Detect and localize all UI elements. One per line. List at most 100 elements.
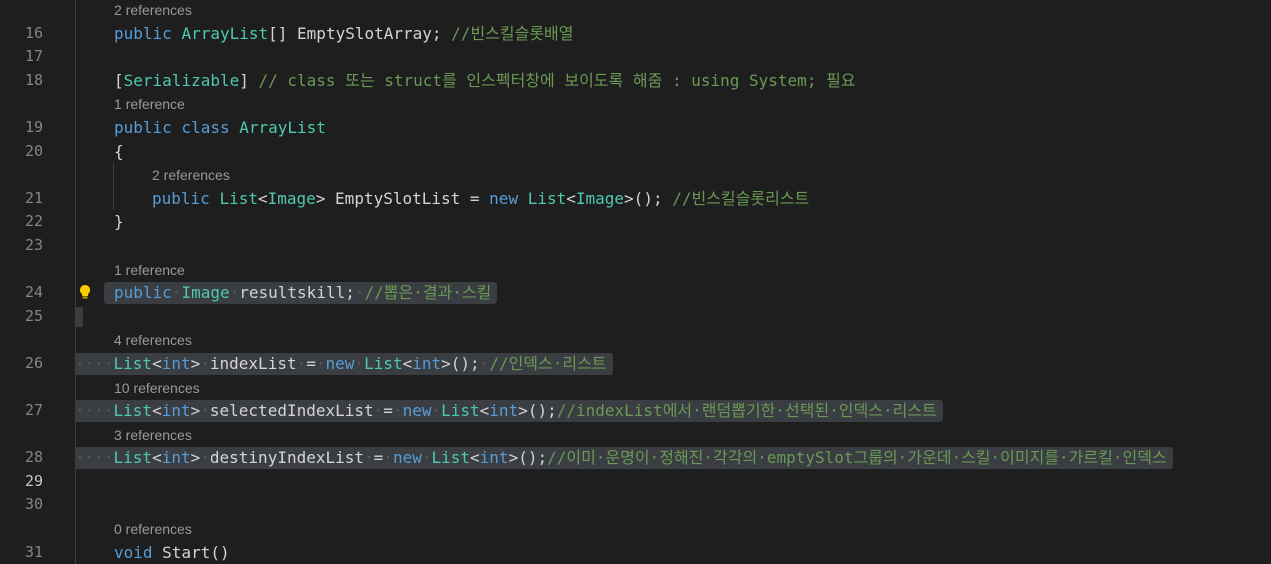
code-token: Image	[267, 188, 316, 208]
codelens-references: 1 reference	[0, 257, 1271, 283]
code-line[interactable]: 30	[0, 493, 1271, 518]
code-line[interactable]: 21 public List<Image> EmptySlotList = new…	[0, 186, 1271, 211]
codelens-references: 1 reference	[0, 92, 1271, 116]
code-line[interactable]: 16 public ArrayList[] EmptySlotArray; //빈…	[0, 21, 1271, 46]
code-token: =	[373, 448, 384, 468]
code-token: >();	[518, 401, 557, 421]
line-number: 19	[24, 117, 43, 136]
indent-guide	[113, 186, 114, 211]
line-number: 26	[24, 353, 43, 372]
indent-guide	[75, 540, 76, 564]
line-number: 25	[24, 306, 43, 325]
code-token: <	[257, 188, 268, 208]
code-line[interactable]: 23	[0, 233, 1271, 258]
code-token: ArrayList	[239, 117, 326, 137]
indent-guide	[75, 68, 76, 93]
code-token: Start()	[162, 542, 230, 562]
reference-count-link[interactable]: 2 references	[152, 164, 230, 188]
code-line[interactable]: 31 void Start()	[0, 540, 1271, 564]
code-token: List	[113, 353, 153, 373]
code-token: ArrayList	[181, 23, 269, 43]
code-token: >();	[624, 188, 673, 208]
code-token: [	[114, 70, 124, 90]
code-token: ·	[373, 401, 384, 421]
code-token: ]	[239, 70, 259, 90]
code-line[interactable]: 19 public class ArrayList	[0, 115, 1271, 140]
code-token: ····	[75, 353, 114, 373]
line-number: 22	[24, 212, 43, 231]
reference-count-link[interactable]: 3 references	[114, 424, 192, 448]
code-token: <	[470, 448, 480, 468]
indent-guide	[75, 257, 76, 282]
code-token: public	[114, 23, 182, 43]
code-token: new	[402, 401, 432, 421]
code-text: }	[114, 210, 124, 234]
indent-guide	[75, 375, 76, 400]
code-token: resultskill;	[239, 283, 355, 303]
code-token: //이미·운명이·정해진·각각의·emptySlot그룹의·가운데·스킬·이미지…	[547, 448, 1167, 468]
code-token: selectedIndexList	[209, 401, 374, 421]
indent-guide	[75, 186, 76, 211]
code-token: List	[364, 353, 403, 373]
code-token: public class	[114, 117, 240, 137]
codelens-references: 2 references	[0, 0, 1271, 22]
indent-guide	[75, 328, 76, 352]
code-token: ·	[296, 353, 307, 373]
code-token: >	[190, 448, 201, 468]
code-text: public class ArrayList	[114, 116, 326, 140]
reference-count-link[interactable]: 0 references	[114, 518, 192, 542]
code-line[interactable]: 17	[0, 45, 1271, 69]
code-token: List	[441, 401, 480, 421]
code-line[interactable]: 28 ····List<int>·destinyIndexList·=·new·L…	[0, 446, 1271, 470]
code-text: [Serializable] // class 또는 struct를 인스펙터창…	[114, 69, 856, 93]
code-text: public List<Image> EmptySlotList = new L…	[152, 187, 809, 211]
code-token: ····	[75, 401, 114, 421]
code-token: <	[479, 401, 490, 421]
lightbulb-icon[interactable]	[76, 283, 94, 301]
code-token: ·	[200, 353, 210, 373]
code-token: Serializable	[123, 70, 240, 90]
code-text: ····List<int>·indexList·=·new·List<int>(…	[75, 352, 607, 376]
reference-count-link[interactable]: 1 reference	[114, 93, 185, 117]
code-token: //인덱스·리스트	[489, 353, 607, 373]
code-token: =	[306, 353, 316, 373]
indent-guide	[75, 233, 76, 258]
code-token: ·	[315, 353, 326, 373]
code-line[interactable]: 27 ····List<int>·selectedIndexList·=·new·…	[0, 399, 1271, 423]
code-token: ·	[431, 401, 442, 421]
code-line[interactable]: 20 {	[0, 139, 1271, 164]
indent-guide	[113, 163, 114, 187]
reference-count-link[interactable]: 1 reference	[114, 259, 185, 283]
code-token: int	[412, 353, 442, 373]
code-token: ·	[354, 353, 365, 373]
reference-count-link[interactable]: 10 references	[114, 377, 200, 401]
line-number: 31	[24, 542, 43, 561]
code-token: }	[114, 212, 124, 232]
line-number: 17	[24, 47, 43, 66]
reference-count-link[interactable]: 4 references	[114, 329, 192, 353]
code-token: //뽑은·결과·스킬	[364, 283, 492, 303]
line-number: 28	[24, 448, 43, 467]
code-line[interactable]: 22}	[0, 210, 1271, 234]
code-line[interactable]: 24 public·Image·resultskill;·//뽑은·결과·스킬	[0, 281, 1271, 305]
indent-guide	[75, 422, 76, 447]
code-editor[interactable]: 2 references 16 public ArrayList[] EmptySl…	[0, 0, 1271, 564]
indent-guide	[75, 21, 76, 46]
code-token: indexList	[209, 353, 297, 373]
code-line[interactable]: 26 ····List<int>·indexList·=·new·List<int…	[0, 351, 1271, 376]
code-token: <	[152, 401, 162, 421]
code-token: [] EmptySlotArray;	[268, 23, 452, 43]
indent-guide	[75, 210, 76, 234]
code-token: //빈스킬슬롯배열	[451, 23, 574, 43]
indent-guide	[75, 469, 76, 494]
code-line[interactable]: 18 [Serializable] // class 또는 struct를 인스펙…	[0, 68, 1271, 93]
line-number: 27	[24, 401, 43, 420]
indent-guide	[75, 139, 76, 164]
code-line[interactable]: 29	[0, 469, 1271, 494]
code-line[interactable]: 25	[0, 304, 1271, 329]
code-token: ·	[392, 401, 403, 421]
code-token: int	[479, 448, 509, 468]
code-token: <	[402, 353, 413, 373]
line-number: 29	[24, 471, 43, 490]
reference-count-link[interactable]: 2 references	[114, 0, 192, 23]
